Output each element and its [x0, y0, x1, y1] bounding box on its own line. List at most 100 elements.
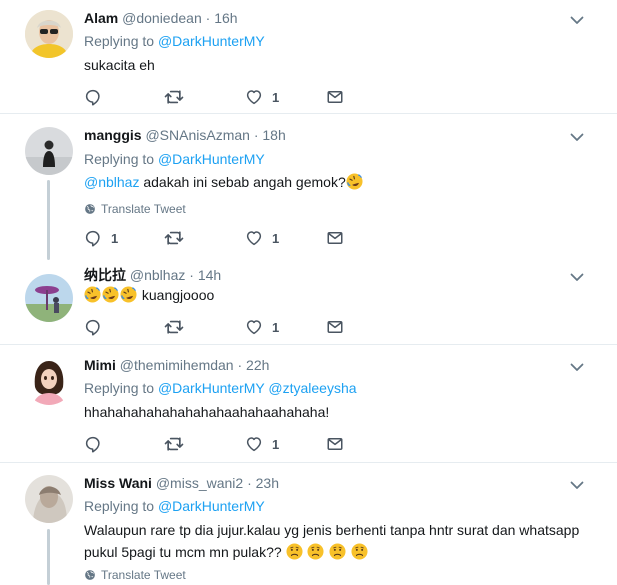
- tweet-item[interactable]: Mimi @themimihemdan · 22h Replying to @D…: [0, 345, 617, 462]
- reply-button[interactable]: [84, 316, 102, 338]
- avatar[interactable]: [25, 475, 73, 523]
- chevron-down-icon[interactable]: [569, 129, 585, 145]
- chevron-down-icon[interactable]: [569, 269, 585, 285]
- mention-link[interactable]: @DarkHunterMY: [158, 151, 265, 167]
- globe-icon: [84, 203, 96, 215]
- dm-button[interactable]: [326, 227, 344, 249]
- tweet-text: Walaupun rare tp dia jujur.kalau yg jeni…: [84, 519, 604, 563]
- like-button[interactable]: 1: [245, 86, 279, 108]
- timestamp[interactable]: 23h: [256, 475, 279, 491]
- avatar[interactable]: [25, 127, 73, 175]
- tweet-actions: 1: [84, 316, 384, 338]
- display-name[interactable]: Mimi: [84, 357, 116, 373]
- rofl-emoji-icon: [120, 286, 137, 303]
- like-button[interactable]: 1: [245, 227, 279, 249]
- tweet-text: @nblhaz adakah ini sebab angah gemok?: [84, 171, 604, 193]
- mention-link[interactable]: @DarkHunterMY: [158, 380, 265, 396]
- tweet-header: manggis @SNAnisAzman · 18h: [84, 126, 286, 144]
- tweet-header: Mimi @themimihemdan · 22h: [84, 356, 269, 374]
- rofl-emoji-icon: [346, 173, 363, 190]
- rofl-emoji-icon: [102, 286, 119, 303]
- user-handle[interactable]: @doniedean: [122, 10, 202, 26]
- envelope-icon: [326, 88, 344, 106]
- worried-emoji-icon: [286, 543, 303, 560]
- timestamp[interactable]: 14h: [198, 267, 221, 283]
- tweet-item[interactable]: Alam @doniedean · 16h Replying to @DarkH…: [0, 0, 617, 113]
- chevron-down-icon[interactable]: [569, 359, 585, 375]
- thread-line: [47, 529, 50, 585]
- tweet-text-body: pukul 5pagi tu mcm mn pulak??: [84, 544, 286, 560]
- tweet-text-line: pukul 5pagi tu mcm mn pulak??: [84, 541, 604, 563]
- retweet-button[interactable]: [164, 227, 184, 249]
- tweet-text: kuangjoooo: [84, 284, 604, 306]
- retweet-button[interactable]: [164, 433, 184, 455]
- tweet-item[interactable]: Miss Wani @miss_wani2 · 23h Replying to …: [0, 463, 617, 585]
- tweet-header: Miss Wani @miss_wani2 · 23h: [84, 474, 279, 492]
- tweet-header: 纳比拉 @nblhaz · 14h: [84, 266, 221, 284]
- heart-icon: [245, 88, 263, 106]
- display-name[interactable]: manggis: [84, 127, 142, 143]
- translate-tweet-link[interactable]: Translate Tweet: [84, 201, 186, 217]
- heart-icon: [245, 229, 263, 247]
- tweet-text: hhahahahahahahahahaahahaahahaha!: [84, 404, 330, 420]
- globe-icon: [84, 569, 96, 581]
- tweet-item[interactable]: 纳比拉 @nblhaz · 14h kuangjoooo 1: [0, 262, 617, 344]
- tweet-text: sukacita eh: [84, 57, 155, 73]
- tweet-item[interactable]: manggis @SNAnisAzman · 18h Replying to @…: [0, 114, 617, 262]
- replying-label: Replying to: [84, 498, 155, 514]
- thread-line: [47, 180, 50, 260]
- avatar[interactable]: [25, 274, 73, 322]
- retweet-icon: [164, 87, 184, 107]
- envelope-icon: [326, 229, 344, 247]
- display-name[interactable]: Alam: [84, 10, 118, 26]
- replying-to: Replying to @DarkHunterMY: [84, 497, 265, 515]
- tweet-actions: 1: [84, 86, 384, 108]
- chevron-down-icon[interactable]: [569, 477, 585, 493]
- translate-tweet-link[interactable]: Translate Tweet: [84, 567, 186, 583]
- envelope-icon: [326, 435, 344, 453]
- mention-link[interactable]: @ztyaleeysha: [268, 380, 356, 396]
- retweet-icon: [164, 317, 184, 337]
- display-name[interactable]: 纳比拉: [84, 267, 126, 283]
- avatar[interactable]: [25, 10, 73, 58]
- retweet-button[interactable]: [164, 316, 184, 338]
- replying-to: Replying to @DarkHunterMY: [84, 150, 265, 168]
- dm-button[interactable]: [326, 316, 344, 338]
- reply-button[interactable]: [84, 86, 102, 108]
- dm-button[interactable]: [326, 433, 344, 455]
- worried-emoji-icon: [351, 543, 368, 560]
- mention-link[interactable]: @nblhaz: [84, 174, 139, 190]
- timestamp[interactable]: 22h: [246, 357, 269, 373]
- reply-count: 1: [111, 230, 119, 246]
- translate-label: Translate Tweet: [101, 568, 186, 582]
- separator: ·: [253, 127, 259, 143]
- display-name[interactable]: Miss Wani: [84, 475, 152, 491]
- like-button[interactable]: 1: [245, 433, 279, 455]
- replying-label: Replying to: [84, 33, 155, 49]
- mention-link[interactable]: @DarkHunterMY: [158, 498, 265, 514]
- mention-link[interactable]: @DarkHunterMY: [158, 33, 265, 49]
- like-button[interactable]: 1: [245, 316, 279, 338]
- separator: ·: [189, 267, 194, 283]
- reply-button[interactable]: 1: [84, 227, 118, 249]
- chevron-down-icon[interactable]: [569, 12, 585, 28]
- retweet-button[interactable]: [164, 86, 184, 108]
- reply-button[interactable]: [84, 433, 102, 455]
- user-handle[interactable]: @SNAnisAzman: [145, 127, 249, 143]
- timestamp[interactable]: 16h: [214, 10, 237, 26]
- tweet-actions: 1 1: [84, 227, 384, 249]
- dm-button[interactable]: [326, 86, 344, 108]
- separator: ·: [205, 10, 211, 26]
- tweet-text-body: adakah ini sebab angah gemok?: [139, 174, 346, 190]
- user-handle[interactable]: @themimihemdan: [120, 357, 234, 373]
- user-handle[interactable]: @miss_wani2: [156, 475, 243, 491]
- avatar[interactable]: [25, 357, 73, 405]
- like-count: 1: [272, 319, 280, 335]
- user-handle[interactable]: @nblhaz: [130, 267, 185, 283]
- separator: ·: [247, 475, 252, 491]
- timestamp[interactable]: 18h: [262, 127, 285, 143]
- translate-label: Translate Tweet: [101, 202, 186, 216]
- replying-label: Replying to: [84, 380, 155, 396]
- rofl-emoji-icon: [84, 286, 101, 303]
- tweet-text-body: kuangjoooo: [138, 287, 215, 303]
